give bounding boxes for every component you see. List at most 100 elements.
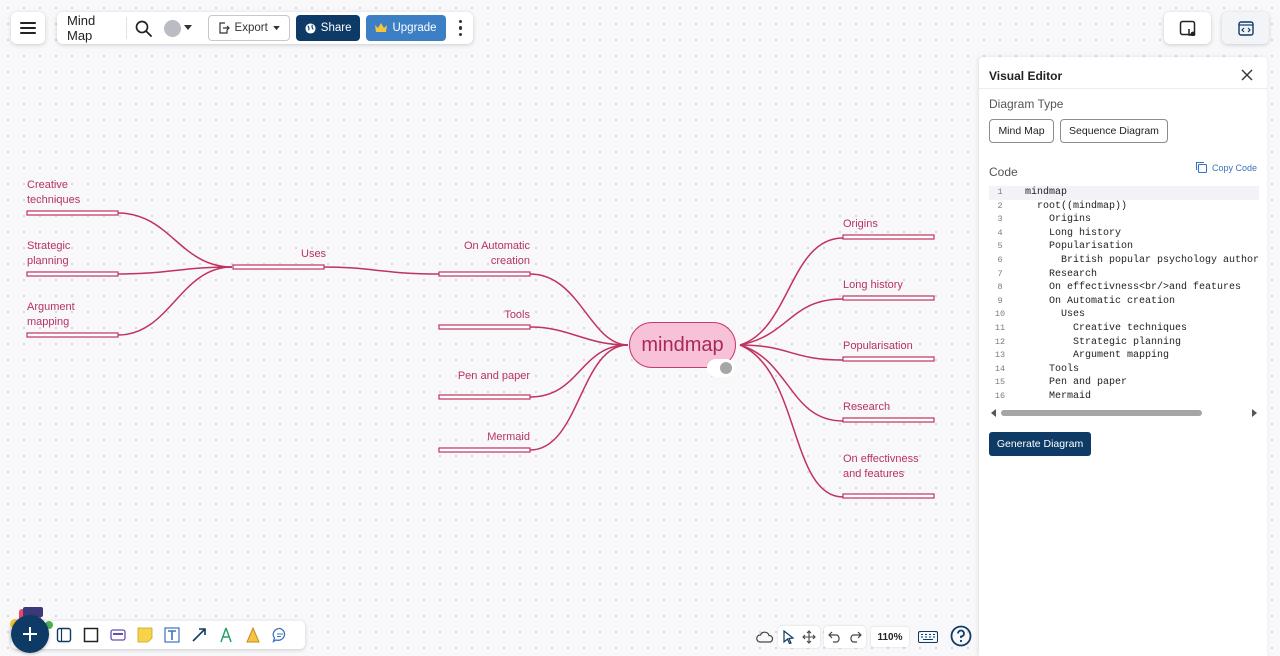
frame-icon	[110, 629, 126, 641]
edge-automatic	[529, 273, 629, 346]
scroll-thumb[interactable]	[1001, 410, 1202, 416]
text-icon	[164, 627, 180, 643]
cloud-sync-button[interactable]	[755, 627, 775, 647]
edge-argument	[117, 266, 233, 336]
line-number: 11	[994, 322, 1006, 333]
diagram-type-mind-map[interactable]: Mind Map	[989, 119, 1054, 143]
templates-tool[interactable]	[53, 624, 75, 646]
copy-code-button[interactable]: Copy Code	[1195, 161, 1257, 174]
node-tools[interactable]: Tools	[430, 308, 530, 323]
diagram-canvas[interactable]: Creative techniques Strategic planning A…	[0, 0, 976, 656]
sticky-note-tool[interactable]	[134, 624, 156, 646]
square-icon	[83, 627, 99, 643]
shape-tool[interactable]	[80, 624, 102, 646]
code-text: Long history	[1025, 227, 1122, 239]
node-origins[interactable]: Origins	[843, 217, 878, 232]
code-line[interactable]: 2 root((mindmap))	[989, 200, 1259, 214]
code-line[interactable]: 10 Uses	[989, 308, 1259, 322]
code-line[interactable]: 3 Origins	[989, 213, 1259, 227]
node-uses[interactable]: Uses	[301, 247, 326, 262]
code-text: Argument mapping	[1025, 350, 1170, 362]
code-line[interactable]: 1 mindmap	[989, 186, 1259, 200]
bar-tools	[438, 324, 531, 330]
cursor-icon	[783, 630, 795, 644]
frame-tool[interactable]	[107, 624, 129, 646]
scroll-right-icon[interactable]	[1251, 409, 1257, 417]
code-text: Strategic planning	[1025, 336, 1182, 348]
code-line[interactable]: 15 Pen and paper	[989, 376, 1259, 390]
bar-long-history	[842, 295, 935, 301]
code-text: Popularisation	[1025, 241, 1134, 253]
code-line[interactable]: 7 Research	[989, 268, 1259, 282]
node-argument-mapping[interactable]: Argument mapping	[27, 300, 75, 330]
node-pen-and-paper[interactable]: Pen and paper	[430, 369, 530, 384]
code-line[interactable]: 5 Popularisation	[989, 240, 1259, 254]
zoom-level[interactable]: 110%	[871, 627, 909, 647]
node-research[interactable]: Research	[843, 400, 890, 415]
code-line[interactable]: 9 On Automatic creation	[989, 295, 1259, 309]
code-editor[interactable]: 1 mindmap 2 root((mindmap)) 3 Origins 4 Long…	[989, 186, 1259, 418]
code-line[interactable]: 14 Tools	[989, 363, 1259, 377]
bottom-toolbar	[11, 621, 305, 649]
undo-button[interactable]	[825, 627, 845, 647]
mindmap-edges	[26, 210, 935, 499]
line-number: 14	[994, 363, 1006, 374]
bar-origins	[842, 234, 935, 240]
node-mermaid[interactable]: Mermaid	[430, 430, 530, 445]
scroll-left-icon[interactable]	[991, 409, 997, 417]
edge-uses	[321, 266, 441, 275]
highlighter-tool[interactable]	[242, 624, 264, 646]
collapse-toggle[interactable]	[707, 359, 735, 377]
keyboard-shortcuts-button[interactable]	[917, 627, 939, 647]
pan-tool[interactable]	[799, 627, 819, 647]
node-strategic-planning[interactable]: Strategic planning	[27, 239, 70, 269]
arrow-icon	[192, 628, 206, 642]
code-view-button[interactable]	[1222, 12, 1269, 44]
code-line[interactable]: 4 Long history	[989, 227, 1259, 241]
template-icon	[56, 627, 72, 643]
help-button[interactable]	[950, 625, 972, 647]
code-line[interactable]: 16 Mermaid	[989, 390, 1259, 404]
code-text: mindmap	[1025, 187, 1068, 198]
close-icon[interactable]	[1239, 67, 1255, 83]
node-long-history[interactable]: Long history	[843, 278, 903, 293]
copy-code-label: Copy Code	[1211, 162, 1257, 173]
code-line[interactable]: 6 British popular psychology author T	[989, 254, 1259, 268]
generate-diagram-button[interactable]: Generate Diagram	[989, 432, 1091, 456]
copy-icon	[1195, 161, 1208, 174]
panel-divider	[979, 88, 1267, 89]
code-line[interactable]: 13 Argument mapping	[989, 349, 1259, 363]
redo-button[interactable]	[845, 627, 865, 647]
bar-pen-paper	[438, 394, 531, 400]
bar-argument	[26, 332, 119, 338]
text-tool[interactable]	[161, 624, 183, 646]
add-element-button[interactable]	[11, 615, 49, 653]
node-on-automatic-creation[interactable]: On Automatic creation	[430, 239, 530, 269]
edge-pen-paper	[529, 344, 629, 398]
line-number: 3	[997, 214, 1003, 225]
code-line[interactable]: 11 Creative techniques	[989, 322, 1259, 336]
horizontal-scrollbar[interactable]	[989, 408, 1259, 418]
node-creative-techniques[interactable]: Creative techniques	[27, 178, 80, 208]
bar-automatic	[438, 271, 531, 277]
comment-tool[interactable]	[269, 624, 291, 646]
node-popularisation[interactable]: Popularisation	[843, 339, 913, 354]
line-number: 7	[997, 268, 1003, 279]
bar-creative	[26, 210, 119, 216]
line-number: 13	[994, 350, 1006, 361]
pen-tool[interactable]	[215, 624, 237, 646]
code-line[interactable]: 12 Strategic planning	[989, 336, 1259, 350]
code-text: Uses	[1025, 309, 1086, 321]
edge-research	[739, 344, 844, 422]
node-on-effectivness[interactable]: On effectivness and features	[843, 452, 919, 482]
select-tool[interactable]	[779, 627, 799, 647]
diagram-type-sequence[interactable]: Sequence Diagram	[1060, 119, 1168, 143]
sticky-note-icon	[137, 627, 153, 643]
connector-tool[interactable]	[188, 624, 210, 646]
pointer-tools	[778, 626, 820, 648]
code-line[interactable]: 8 On effectivness<br/>and features	[989, 281, 1259, 295]
line-number: 2	[997, 200, 1003, 211]
code-text: Tools	[1025, 363, 1080, 375]
presentation-button[interactable]	[1164, 12, 1211, 44]
cloud-icon	[756, 631, 774, 643]
